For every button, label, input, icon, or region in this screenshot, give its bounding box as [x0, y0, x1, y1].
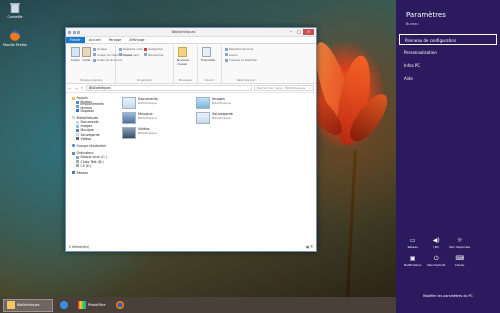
tab-file[interactable]: Fichier	[66, 37, 85, 43]
ribbon-tabs: Fichier Accueil Partage Affichage	[66, 37, 316, 44]
desktop-icon-recycle-bin[interactable]: Corbeille	[3, 2, 27, 19]
title-bar[interactable]: Bibliothèques – □ ×	[66, 28, 316, 37]
ribbon-group-new: Nouveau dossier Nouveau	[174, 46, 198, 83]
tab-home[interactable]: Accueil	[85, 37, 105, 43]
up-arrow-icon[interactable]: ↑	[80, 86, 84, 91]
backup-library-icon	[196, 112, 210, 124]
status-bar: 5 élément(s) ▦ ☰	[66, 243, 316, 251]
ribbon-group-organize: Déplacer vers Copier vers Supprimer Reno…	[116, 46, 174, 83]
copy-to-button[interactable]: Copier vers	[119, 53, 142, 57]
link-control-panel[interactable]: Panneau de configuration	[399, 34, 497, 45]
content-area: Documents Bibliothèque Images Bibliothèque…	[116, 93, 316, 243]
select-all-button[interactable]: Sélectionner tout	[225, 47, 257, 51]
volume-icon: ◀)	[432, 237, 440, 244]
library-item-videos[interactable]: Vidéos Bibliothèque	[122, 127, 157, 139]
quick-access-toolbar[interactable]	[68, 30, 80, 34]
taskbar-item-photofiltre[interactable]: PhotoFiltre	[75, 299, 109, 312]
status-item-count: 5 élément(s)	[69, 245, 90, 249]
explorer-window[interactable]: Bibliothèques – □ × Fichier Accueil Part…	[65, 27, 317, 252]
taskbar-item-firefox[interactable]	[113, 299, 127, 312]
search-icon: ⌕	[309, 86, 311, 90]
desktop-icon-firefox[interactable]: Mozilla Firefox	[3, 30, 27, 47]
desktop-icon-label: Corbeille	[7, 15, 23, 19]
window-title: Bibliothèques	[171, 30, 196, 34]
rename-button[interactable]: Renommer	[144, 53, 164, 57]
navigation-pane: Favoris Bureau Emplacements récents Drop…	[66, 93, 116, 243]
close-button[interactable]: ×	[303, 29, 314, 35]
panel-subtitle: Bureau	[406, 22, 419, 26]
ribbon-group-clipboard: Copier Coller Couper Copier le chemin d'…	[68, 46, 132, 83]
tile-empty	[472, 237, 496, 249]
music-library-icon	[122, 112, 136, 124]
library-item-backup[interactable]: Sauvegarde Bibliothèque	[196, 112, 233, 124]
view-toggle-icons[interactable]: ▦ ☰	[306, 245, 313, 249]
ribbon-group-select: Sélectionner tout Aucun Inverser la séle…	[222, 46, 270, 83]
images-library-icon	[196, 97, 210, 109]
minimize-button[interactable]: –	[287, 29, 295, 35]
tile-notifications[interactable]: ▣ Notifications	[401, 255, 425, 267]
firefox-icon	[115, 301, 124, 309]
notifications-icon: ▣	[409, 255, 416, 262]
library-item-music[interactable]: Musique Bibliothèque	[122, 112, 157, 124]
documents-library-icon	[122, 97, 136, 109]
desktop-icon-label: Mozilla Firefox	[3, 43, 27, 47]
taskbar-item-libraries[interactable]: Bibliothèques	[3, 298, 53, 312]
library-item-documents[interactable]: Documents Bibliothèque	[122, 97, 158, 109]
brightness-icon: ☼	[457, 237, 463, 244]
address-bar-row: ← → ↑ Bibliothèques Rechercher dans : Bi…	[66, 84, 316, 93]
taskbar: Bibliothèques PhotoFiltre	[0, 297, 396, 313]
nav-network[interactable]: Réseau	[72, 171, 114, 175]
address-input[interactable]: Bibliothèques	[86, 85, 252, 91]
forward-arrow-icon[interactable]: →	[74, 86, 78, 91]
tile-keyboard[interactable]: ⌨ Clavier	[448, 255, 472, 267]
tile-network[interactable]: ▭ Réseau	[401, 237, 425, 249]
invert-selection-button[interactable]: Inverser la sélection	[225, 58, 257, 62]
link-help[interactable]: Aide	[399, 73, 497, 84]
quick-settings-tiles: ▭ Réseau ◀) (40) ☼ Non disponible ▣ Notifica…	[401, 237, 495, 267]
panel-title: Paramètres	[406, 11, 446, 19]
maximize-button[interactable]: □	[295, 29, 303, 35]
delete-button[interactable]: Supprimer	[144, 47, 163, 51]
keyboard-icon: ⌨	[455, 255, 465, 262]
back-arrow-icon[interactable]: ←	[68, 86, 72, 91]
tile-volume[interactable]: ◀) (40)	[425, 237, 449, 249]
tile-brightness[interactable]: ☼ Non disponible	[448, 237, 472, 249]
tile-power[interactable]: ⏻ Marche/Arrêt	[425, 255, 449, 267]
taskbar-item-ie[interactable]	[57, 299, 71, 312]
power-icon: ⏻	[433, 255, 439, 262]
search-input[interactable]: Rechercher dans : Bibliothèques ⌕	[254, 85, 314, 91]
move-to-button[interactable]: Déplacer vers	[119, 47, 142, 51]
recycle-bin-icon	[9, 2, 21, 14]
library-item-images[interactable]: Images Bibliothèque	[196, 97, 231, 109]
firefox-icon	[9, 30, 21, 41]
change-pc-settings-link[interactable]: Modifier les paramètres du PC	[396, 294, 500, 298]
tile-empty	[472, 255, 496, 267]
select-none-button[interactable]: Aucun	[225, 53, 257, 57]
link-pc-info[interactable]: Infos PC	[399, 60, 497, 71]
settings-charm-panel: Paramètres Bureau Panneau de configurati…	[396, 0, 500, 313]
ie-icon	[60, 301, 68, 309]
folder-icon	[7, 301, 15, 309]
photofiltre-icon	[78, 301, 86, 309]
tab-share[interactable]: Partage	[105, 37, 126, 43]
network-icon: ▭	[409, 237, 416, 244]
link-personalization[interactable]: Personnalisation	[399, 47, 497, 58]
ribbon: Copier Coller Couper Copier le chemin d'…	[66, 44, 316, 84]
tab-view[interactable]: Affichage	[125, 37, 149, 43]
ribbon-group-open: Propriétés Ouvrir	[198, 46, 222, 83]
videos-library-icon	[122, 127, 136, 139]
